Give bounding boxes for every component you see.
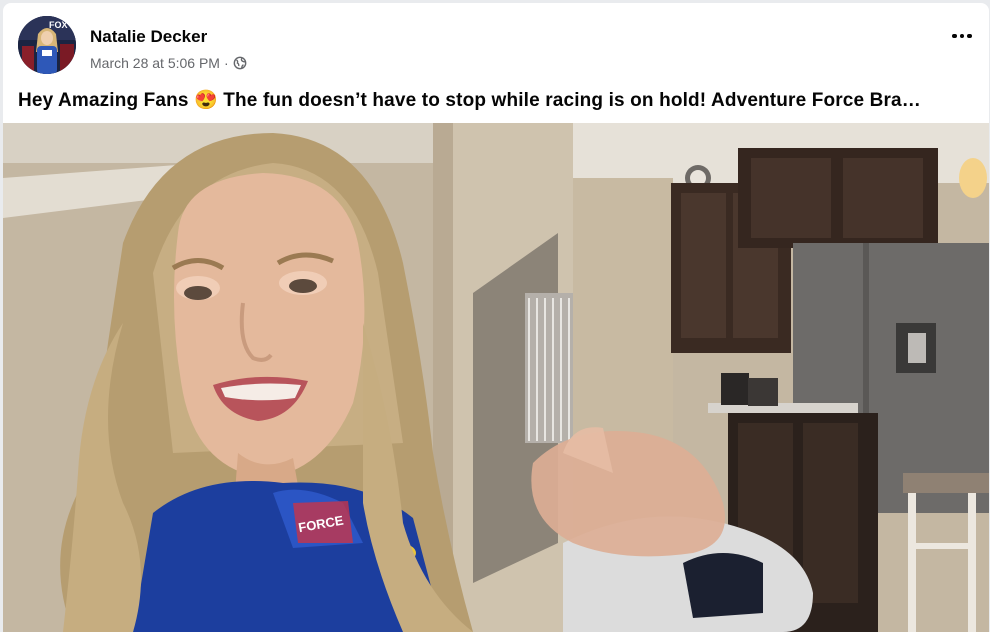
meta-separator: · bbox=[223, 55, 229, 71]
author-avatar[interactable]: FOX bbox=[18, 16, 76, 74]
globe-icon[interactable] bbox=[233, 56, 247, 70]
post-timestamp[interactable]: March 28 at 5:06 PM bbox=[90, 55, 220, 71]
post-card: FOX Natalie Decker March 28 at 5:06 PM ·… bbox=[3, 3, 989, 632]
author-name[interactable]: Natalie Decker bbox=[90, 27, 207, 47]
post-meta: March 28 at 5:06 PM · bbox=[90, 55, 247, 71]
post-header: FOX Natalie Decker March 28 at 5:06 PM · bbox=[3, 3, 989, 81]
video-player[interactable]: FORCE bbox=[3, 123, 989, 632]
avatar-badge-text: FOX bbox=[49, 20, 68, 30]
more-options-icon[interactable] bbox=[947, 23, 977, 49]
post-text: Hey Amazing Fans 😍 The fun doesn’t have … bbox=[18, 90, 921, 111]
